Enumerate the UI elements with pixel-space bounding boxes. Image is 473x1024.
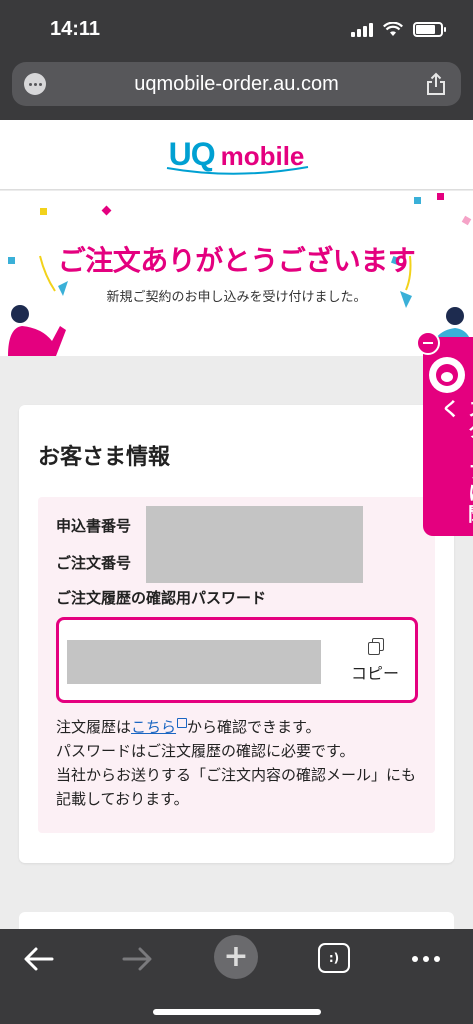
new-tab-button[interactable]: + [214, 935, 258, 979]
customer-info-card: お客さま情報 申込書番号 ご注文番号 ご注文履歴の確認用パスワード コピー 注文… [19, 405, 454, 863]
password-label: ご注文履歴の確認用パスワード [56, 589, 267, 607]
password-note: 注文履歴はこちら から確認できます。 パスワードはご注文履歴の確認に必要です。 当… [56, 718, 417, 808]
copy-button[interactable]: コピー [351, 638, 399, 684]
wifi-icon [383, 22, 403, 36]
menu-icon[interactable] [408, 939, 444, 979]
ask-staff-tab[interactable]: スタッフに聞く [423, 337, 473, 536]
more-icon[interactable] [24, 73, 46, 95]
tabs-button[interactable]: :) [318, 943, 350, 973]
status-time: 14:11 [50, 18, 101, 40]
order-info-box: 申込書番号 ご注文番号 ご注文履歴の確認用パスワード コピー 注文履歴はこちらか… [38, 497, 435, 833]
browser-top-bar: 14:11 uqmobile-order.au.com [0, 0, 473, 120]
signal-icon [351, 22, 373, 37]
home-indicator [153, 1009, 321, 1015]
copy-label: コピー [350, 664, 399, 683]
share-icon[interactable] [425, 72, 447, 96]
logo-swoosh [166, 166, 309, 175]
hero-title: ご注文ありがとうございます [57, 244, 416, 277]
application-number-label: 申込書番号 [56, 517, 132, 535]
order-number-label: ご注文番号 [56, 554, 132, 572]
password-field[interactable]: コピー [56, 617, 418, 703]
collapse-staff-tab-icon[interactable] [416, 331, 440, 355]
staff-tab-label: スタッフに聞く [438, 399, 473, 525]
staff-avatar-icon [429, 357, 465, 393]
card-title: お客さま情報 [38, 445, 171, 470]
order-history-link[interactable]: こちら [131, 718, 176, 736]
thanks-hero: ご注文ありがとうございます 新規ご契約のお申し込みを受け付けました。 [0, 191, 473, 356]
battery-icon [413, 22, 446, 37]
confetti [461, 215, 472, 226]
redacted-order-numbers [146, 506, 363, 583]
hero-subtitle: 新規ご契約のお申し込みを受け付けました。 [106, 290, 367, 305]
external-link-icon [177, 718, 188, 728]
url-text[interactable]: uqmobile-order.au.com [134, 73, 339, 96]
site-header: UQ mobile [0, 120, 473, 190]
address-bar[interactable]: uqmobile-order.au.com [12, 62, 461, 106]
confetti [101, 205, 112, 216]
redacted-password [67, 640, 321, 684]
confetti [40, 208, 47, 215]
status-icons [351, 22, 446, 37]
confetti [437, 193, 444, 200]
confetti [414, 197, 421, 204]
copy-icon [367, 638, 384, 655]
forward-icon[interactable] [120, 939, 154, 979]
back-icon[interactable] [22, 939, 56, 979]
